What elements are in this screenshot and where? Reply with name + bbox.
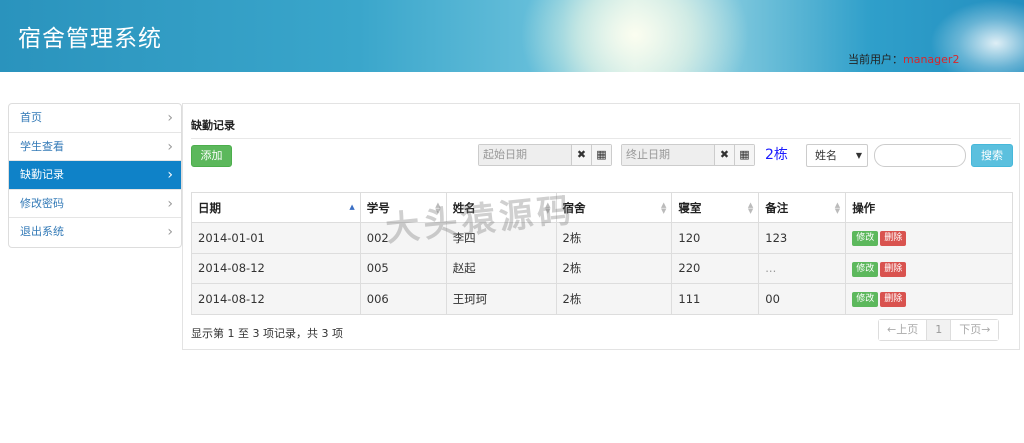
banner-sun-glow <box>520 0 750 72</box>
sidebar-item-label: 缺勤记录 <box>20 168 64 181</box>
sidebar-item-label: 修改密码 <box>20 196 64 210</box>
clear-icon[interactable]: ✖ <box>571 145 591 165</box>
search-field-select[interactable]: 姓名 ▼ <box>806 144 868 167</box>
sidebar-item-label: 首页 <box>20 111 42 124</box>
cell-actions: 修改 删除 <box>845 283 1013 315</box>
pagination: ←上页 1 下页→ <box>878 319 1000 341</box>
cell-name: 王珂珂 <box>445 283 557 315</box>
page-title: 缺勤记录 <box>191 119 235 132</box>
sort-icon: ▲ ▼ <box>834 201 841 215</box>
next-page-button[interactable]: 下页→ <box>951 320 999 340</box>
search-input[interactable] <box>874 144 966 167</box>
cell-dorm: 2栋 <box>555 283 673 315</box>
table-header-row: 日期 ▲ 学号 ▲ ▼ 姓名 ▲ ▼ 宿舍 ▲ ▼ 寝室 ▲ ▼ 备注 ▲ ▼ 操作 <box>191 192 1013 223</box>
edit-button[interactable]: 修改 <box>852 292 879 308</box>
chevron-right-icon: › <box>167 138 173 155</box>
sort-icon: ▲ ▼ <box>747 201 754 215</box>
chevron-right-icon: › <box>167 195 173 212</box>
chevron-right-icon: › <box>167 224 173 240</box>
cell-name: 李四 <box>445 222 557 254</box>
table-row: 2014-01-01 002 李四 2栋 120 123 修改 删除 <box>191 222 1013 254</box>
absence-table: 日期 ▲ 学号 ▲ ▼ 姓名 ▲ ▼ 宿舍 ▲ ▼ 寝室 ▲ ▼ 备注 ▲ ▼ 操作 2014-01-… <box>191 192 1013 315</box>
calendar-icon[interactable]: ▦ <box>734 145 754 165</box>
divider <box>191 138 1011 139</box>
delete-button[interactable]: 删除 <box>880 231 907 247</box>
app-title: 宿舍管理系统 <box>18 26 162 52</box>
cell-room: 120 <box>671 222 760 254</box>
table-row: 2014-08-12 005 赵起 2栋 220 ... 修改 删除 <box>191 252 1013 284</box>
sidebar-item-absence[interactable]: 缺勤记录 › <box>9 161 181 190</box>
sort-icon: ▲ ▼ <box>435 201 441 215</box>
table-row: 2014-08-12 006 王珂珂 2栋 111 00 修改 删除 <box>191 283 1013 315</box>
column-header-student-id[interactable]: 学号 ▲ ▼ <box>359 192 447 223</box>
current-user-name[interactable]: manager2 <box>903 53 959 66</box>
prev-page-button[interactable]: ←上页 <box>879 320 928 340</box>
column-header-name[interactable]: 姓名 ▲ ▼ <box>445 192 557 223</box>
add-button[interactable]: 添加 <box>191 145 232 167</box>
delete-button[interactable]: 删除 <box>880 261 907 277</box>
sidebar-item-logout[interactable]: 退出系统 › <box>9 218 181 247</box>
end-date-input[interactable]: 终止日期 <box>622 145 714 165</box>
cell-actions: 修改 删除 <box>845 252 1013 284</box>
column-header-dorm[interactable]: 宿舍 ▲ ▼ <box>555 192 673 223</box>
cell-dorm: 2栋 <box>555 222 673 254</box>
calendar-icon[interactable]: ▦ <box>591 145 611 165</box>
cell-date: 2014-01-01 <box>191 222 361 254</box>
sidebar-item-password[interactable]: 修改密码 › <box>9 190 181 218</box>
cell-note: 00 <box>758 283 847 315</box>
cell-student-id: 006 <box>359 283 447 315</box>
column-header-note[interactable]: 备注 ▲ ▼ <box>758 192 847 223</box>
sidebar-item-label: 学生查看 <box>20 139 64 153</box>
sort-icon: ▲ ▼ <box>660 201 667 215</box>
main-panel: 缺勤记录 添加 起始日期 ✖ ▦ 终止日期 ✖ ▦ 2栋 姓名 ▼ 搜索 日期 ▲ … <box>182 103 1020 350</box>
cell-actions: 修改 删除 <box>845 222 1013 254</box>
start-date-group: 起始日期 ✖ ▦ <box>478 144 612 166</box>
cell-student-id: 005 <box>359 252 447 284</box>
sidebar: 首页 › 学生查看 › 缺勤记录 › 修改密码 › 退出系统 › <box>8 103 182 248</box>
cell-note: 123 <box>758 222 847 254</box>
cell-dorm: 2栋 <box>555 252 673 284</box>
building-label: 2栋 <box>765 147 788 163</box>
sort-asc-icon: ▲ <box>349 203 355 211</box>
delete-button[interactable]: 删除 <box>880 292 907 308</box>
chevron-right-icon: › <box>167 167 173 183</box>
end-date-group: 终止日期 ✖ ▦ <box>621 144 755 166</box>
cell-name: 赵起 <box>445 252 557 284</box>
sort-icon: ▲ ▼ <box>545 201 551 215</box>
edit-button[interactable]: 修改 <box>852 261 879 277</box>
sidebar-item-students[interactable]: 学生查看 › <box>9 133 181 161</box>
header-banner: 宿舍管理系统 当前用户：manager2 <box>0 0 1024 72</box>
current-page[interactable]: 1 <box>927 320 952 340</box>
chevron-right-icon: › <box>167 110 173 126</box>
sidebar-item-label: 退出系统 <box>20 225 64 238</box>
cell-note: ... <box>758 252 847 284</box>
cell-room: 220 <box>671 252 760 284</box>
cell-student-id: 002 <box>359 222 447 254</box>
search-field-value: 姓名 <box>815 149 837 162</box>
clear-icon[interactable]: ✖ <box>714 145 734 165</box>
current-user: 当前用户：manager2 <box>848 51 959 67</box>
column-header-date[interactable]: 日期 ▲ <box>191 192 361 223</box>
search-button[interactable]: 搜索 <box>971 144 1013 167</box>
column-header-actions: 操作 <box>845 192 1013 223</box>
cell-room: 111 <box>671 283 760 315</box>
edit-button[interactable]: 修改 <box>852 231 879 247</box>
start-date-input[interactable]: 起始日期 <box>479 145 571 165</box>
records-summary: 显示第 1 至 3 项记录，共 3 项 <box>191 327 343 340</box>
current-user-label: 当前用户： <box>848 53 903 66</box>
sidebar-item-home[interactable]: 首页 › <box>9 104 181 133</box>
column-header-room[interactable]: 寝室 ▲ ▼ <box>671 192 760 223</box>
cell-date: 2014-08-12 <box>191 283 361 315</box>
caret-down-icon: ▼ <box>855 151 862 160</box>
cell-date: 2014-08-12 <box>191 252 361 284</box>
